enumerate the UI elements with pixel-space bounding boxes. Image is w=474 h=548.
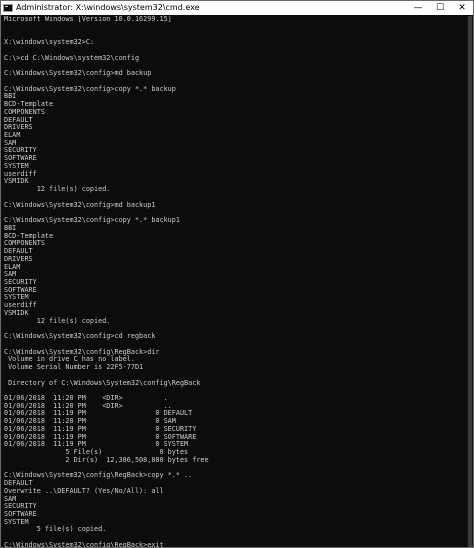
console-line: ELAM [4,131,21,140]
vertical-scrollbar[interactable] [467,16,473,547]
console-line: SECURITY [4,146,37,155]
console-line: C:\Windows\System32\config>copy *.* back… [4,216,180,225]
console-line: C:\Windows\System32\config>md backup [4,69,152,78]
console-line: 5 file(s) copied. [4,525,107,534]
console-line: SAM [4,270,17,279]
console-line: 12 file(s) copied. [4,316,111,325]
console-line: BBI [4,92,17,101]
console-line: DRIVERS [4,254,33,263]
console-line: SOFTWARE [4,285,37,294]
cmd-window: Administrator: X:\windows\system32\cmd.e… [0,0,474,548]
console-line: SOFTWARE [4,510,37,518]
window-controls: — ☐ ✕ [407,1,473,15]
maximize-button[interactable]: ☐ [429,1,451,15]
console-line: C:\>cd C:\Windows\system32\config [4,53,140,62]
console-line: DEFAULT [4,115,33,124]
console-line: SECURITY [4,277,37,286]
console-line: Overwrite ..\DEFAULT? (Yes/No/All): all [4,486,164,495]
scrollbar-thumb[interactable] [468,16,472,547]
console-line: BCD-Template [4,100,54,109]
console-line: SOFTWARE [4,154,37,163]
console-line: COMPONENTS [4,107,45,116]
console-line: DEFAULT [4,247,33,256]
console-line: SAM [4,138,17,147]
title-bar[interactable]: Administrator: X:\windows\system32\cmd.e… [1,1,473,15]
console-line: DRIVERS [4,123,33,132]
console-line: SYSTEM [4,161,29,170]
console-line: C:\Windows\System32\config>copy *.* back… [4,84,176,93]
console-line: BCD-Template [4,231,54,240]
close-button[interactable]: ✕ [451,1,473,15]
window-title: Administrator: X:\windows\system32\cmd.e… [16,3,200,12]
console-line: C:\Windows\System32\config>md backup1 [4,200,156,209]
console-line: userdiff [4,301,37,310]
console-line: Directory of C:\Windows\System32\config\… [4,378,201,387]
console-line: SECURITY [4,502,37,511]
console-line: 12 file(s) copied. [4,185,111,194]
console-line: Microsoft Windows [Version 10.0.16299.15… [4,16,172,23]
console-line: C:\Windows\System32\config>cd regback [4,332,156,341]
cmd-icon [3,4,13,12]
console-line: SYSTEM [4,293,29,302]
console-line: Volume Serial Number is 22F5-77D1 [4,363,144,372]
console-line: C:\Windows\System32\config\RegBack>exit [4,540,164,548]
console-line: BBI [4,223,17,232]
console-line: C:\Windows\System32\config\RegBack>copy … [4,471,193,480]
console-line: ELAM [4,262,21,271]
console-output[interactable]: Microsoft Windows [Version 10.0.16299.15… [1,16,467,548]
console-line: 2 Dir(s) 12,386,508,800 bytes free [4,455,209,464]
minimize-button[interactable]: — [407,1,429,15]
console-line: X:\windows\system32>C: [4,38,95,47]
console-line: userdiff [4,169,37,178]
console-line: SAM [4,494,17,503]
console-line: COMPONENTS [4,239,45,248]
